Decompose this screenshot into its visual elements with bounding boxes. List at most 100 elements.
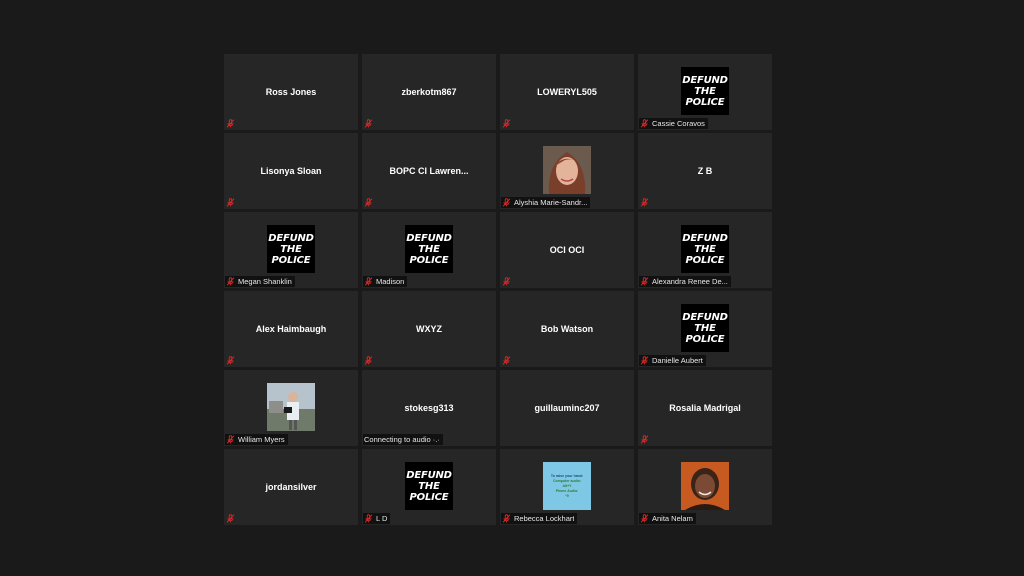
participant-tile[interactable]: Rosalia Madrigal	[638, 370, 772, 446]
avatar-text-line: THE	[694, 322, 716, 334]
muted-mic-icon	[364, 356, 373, 365]
participant-tile[interactable]: DEFUND THE POLICE Alexandra Renee De...	[638, 212, 772, 288]
avatar-text-line: POLICE	[685, 96, 725, 108]
participant-label: L D	[376, 514, 388, 523]
participant-tile[interactable]: jordansilver	[224, 449, 358, 525]
muted-mic-icon	[640, 356, 649, 365]
defund-the-police-avatar: DEFUND THE POLICE	[405, 462, 453, 510]
participant-name: Alex Haimbaugh	[255, 324, 327, 334]
avatar-text-line: DEFUND	[682, 232, 728, 244]
participant-tile[interactable]: Alex Haimbaugh	[224, 291, 358, 367]
participant-tile[interactable]: DEFUND THE POLICE Megan Shanklin	[224, 212, 358, 288]
defund-the-police-avatar: DEFUND THE POLICE	[681, 67, 729, 115]
tile-footer: Danielle Aubert	[639, 355, 706, 366]
participant-label: Anita Nelam	[652, 514, 693, 523]
avatar-text-line: DEFUND	[406, 232, 452, 244]
participant-tile[interactable]: Lisonya Sloan	[224, 133, 358, 209]
avatar-text-line: DEFUND	[268, 232, 314, 244]
avatar-text-line: POLICE	[271, 254, 311, 266]
muted-mic-icon	[640, 119, 649, 128]
avatar-text-line: THE	[694, 243, 716, 255]
tile-footer: Alyshia Marie-Sandr...	[501, 197, 591, 208]
muted-mic-icon	[640, 435, 649, 444]
participant-tile[interactable]: DEFUND THE POLICE Danielle Aubert	[638, 291, 772, 367]
muted-mic-icon	[364, 198, 373, 207]
video-gallery: Ross Jones zberkotm867 LOWERYL505 DEFUND THE…	[224, 54, 772, 525]
participant-tile[interactable]: Ross Jones	[224, 54, 358, 130]
participant-tile[interactable]: Alyshia Marie-Sandr...	[500, 133, 634, 209]
avatar-text-line: THE	[418, 243, 440, 255]
participant-name: OCI OCI	[549, 245, 585, 255]
note-text-line: *9	[565, 493, 569, 498]
participant-tile[interactable]: Anita Nelam	[638, 449, 772, 525]
participant-tile[interactable]: Z B	[638, 133, 772, 209]
participant-label: Cassie Coravos	[652, 119, 705, 128]
participant-label: William Myers	[238, 435, 285, 444]
participant-name: guillauminc207	[534, 403, 600, 413]
avatar-text-line: POLICE	[685, 254, 725, 266]
participant-name: Ross Jones	[265, 87, 317, 97]
raise-hand-note-avatar: To raise your hand: Computer audio: Alt+Y P…	[543, 462, 591, 510]
avatar-text-line: POLICE	[409, 491, 449, 503]
participant-name: jordansilver	[265, 482, 317, 492]
participant-tile[interactable]: DEFUND THE POLICE L D	[362, 449, 496, 525]
tile-footer	[225, 513, 238, 524]
participant-label: Rebecca Lockhart	[514, 514, 575, 523]
participant-label: Connecting to audio ·.·	[364, 435, 440, 444]
tile-footer	[501, 118, 514, 129]
tile-footer	[639, 434, 652, 445]
participant-name: stokesg313	[404, 403, 454, 413]
muted-mic-icon	[226, 119, 235, 128]
muted-mic-icon	[502, 514, 511, 523]
defund-the-police-avatar: DEFUND THE POLICE	[681, 304, 729, 352]
participant-tile[interactable]: Bob Watson	[500, 291, 634, 367]
tile-footer	[363, 355, 376, 366]
tile-footer: L D	[363, 513, 391, 524]
participant-label: Danielle Aubert	[652, 356, 703, 365]
muted-mic-icon	[364, 119, 373, 128]
participant-tile[interactable]: stokesg313 Connecting to audio ·.·	[362, 370, 496, 446]
participant-label: Alyshia Marie-Sandr...	[514, 198, 588, 207]
participant-tile[interactable]: LOWERYL505	[500, 54, 634, 130]
participant-name: Bob Watson	[540, 324, 594, 334]
profile-photo	[681, 462, 729, 510]
participant-name: zberkotm867	[401, 87, 457, 97]
muted-mic-icon	[226, 277, 235, 286]
participant-tile[interactable]: William Myers	[224, 370, 358, 446]
participant-tile[interactable]: BOPC CI Lawren...	[362, 133, 496, 209]
muted-mic-icon	[226, 435, 235, 444]
avatar-text-line: POLICE	[685, 333, 725, 345]
muted-mic-icon	[364, 514, 373, 523]
defund-the-police-avatar: DEFUND THE POLICE	[681, 225, 729, 273]
participant-label: Alexandra Renee De...	[652, 277, 728, 286]
tile-footer	[225, 118, 238, 129]
muted-mic-icon	[226, 514, 235, 523]
muted-mic-icon	[226, 356, 235, 365]
defund-the-police-avatar: DEFUND THE POLICE	[405, 225, 453, 273]
participant-tile[interactable]: guillauminc207	[500, 370, 634, 446]
tile-footer: Madison	[363, 276, 408, 287]
participant-tile[interactable]: WXYZ	[362, 291, 496, 367]
tile-footer: Alexandra Renee De...	[639, 276, 731, 287]
participant-tile[interactable]: DEFUND THE POLICE Cassie Coravos	[638, 54, 772, 130]
participant-tile[interactable]: To raise your hand: Computer audio: Alt+Y P…	[500, 449, 634, 525]
participant-name: Rosalia Madrigal	[669, 403, 741, 413]
participant-tile[interactable]: DEFUND THE POLICE Madison	[362, 212, 496, 288]
tile-footer	[639, 197, 652, 208]
muted-mic-icon	[502, 356, 511, 365]
muted-mic-icon	[640, 198, 649, 207]
participant-name: BOPC CI Lawren...	[389, 166, 469, 176]
tile-footer: William Myers	[225, 434, 288, 445]
avatar-text-line: THE	[418, 480, 440, 492]
tile-footer: Cassie Coravos	[639, 118, 708, 129]
participant-tile[interactable]: OCI OCI	[500, 212, 634, 288]
tile-footer	[225, 197, 238, 208]
defund-the-police-avatar: DEFUND THE POLICE	[267, 225, 315, 273]
tile-footer	[501, 276, 514, 287]
tile-footer	[363, 118, 376, 129]
participant-tile[interactable]: zberkotm867	[362, 54, 496, 130]
tile-footer: Rebecca Lockhart	[501, 513, 578, 524]
tile-footer: Connecting to audio ·.·	[363, 434, 443, 445]
avatar-text-line: POLICE	[409, 254, 449, 266]
participant-name: WXYZ	[416, 324, 442, 334]
